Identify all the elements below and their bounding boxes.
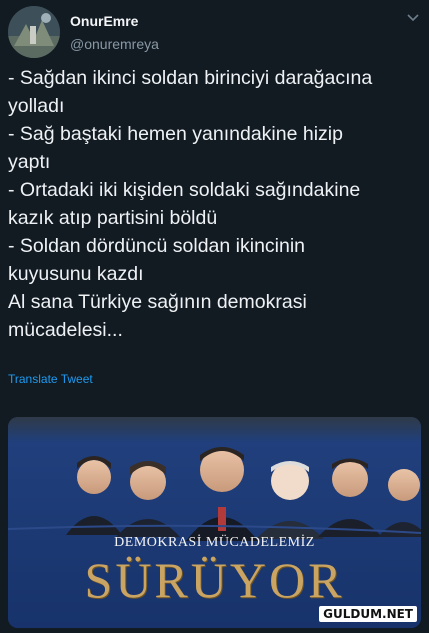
tweet-line: yolladı	[8, 95, 65, 117]
tweet-line: - Soldan dördüncü soldan ikincinin	[8, 235, 306, 257]
tweet-line: Al sana Türkiye sağının demokrasi	[8, 291, 307, 313]
watermark-logo: GULDUM.NET	[319, 606, 417, 622]
avatar[interactable]	[8, 6, 60, 58]
tweet-line: yaptı	[8, 151, 51, 173]
tweet-line: - Sağdan ikinci soldan birinciyi darağac…	[8, 67, 373, 89]
banner-title: SÜRÜYOR	[84, 552, 345, 608]
tweet-body: - Sağdan ikinci soldan birinciyi darağac…	[8, 64, 418, 344]
tweet-line: - Ortadaki iki kişiden soldaki sağındaki…	[8, 179, 361, 201]
tweet-line: kazık atıp partisini böldü	[8, 207, 218, 229]
banner-subtitle: DEMOKRASİ MÜCADELEMİZ	[114, 535, 315, 550]
chevron-down-icon[interactable]	[405, 9, 421, 25]
display-name[interactable]: OnurEmre	[70, 13, 138, 29]
tweet-line: - Sağ baştaki hemen yanındakine hizip	[8, 123, 343, 145]
tweet-line: kuyusunu kazdı	[8, 263, 144, 285]
tweet-line: mücadelesi...	[8, 319, 123, 341]
tweet-header: OnurEmre @onuremreya	[8, 6, 421, 58]
translate-tweet-link[interactable]: Translate Tweet	[8, 372, 93, 386]
user-handle[interactable]: @onuremreya	[70, 36, 159, 52]
tweet-media-image[interactable]: DEMOKRASİ MÜCADELEMİZ SÜRÜYOR GULDUM.NET	[8, 417, 421, 628]
